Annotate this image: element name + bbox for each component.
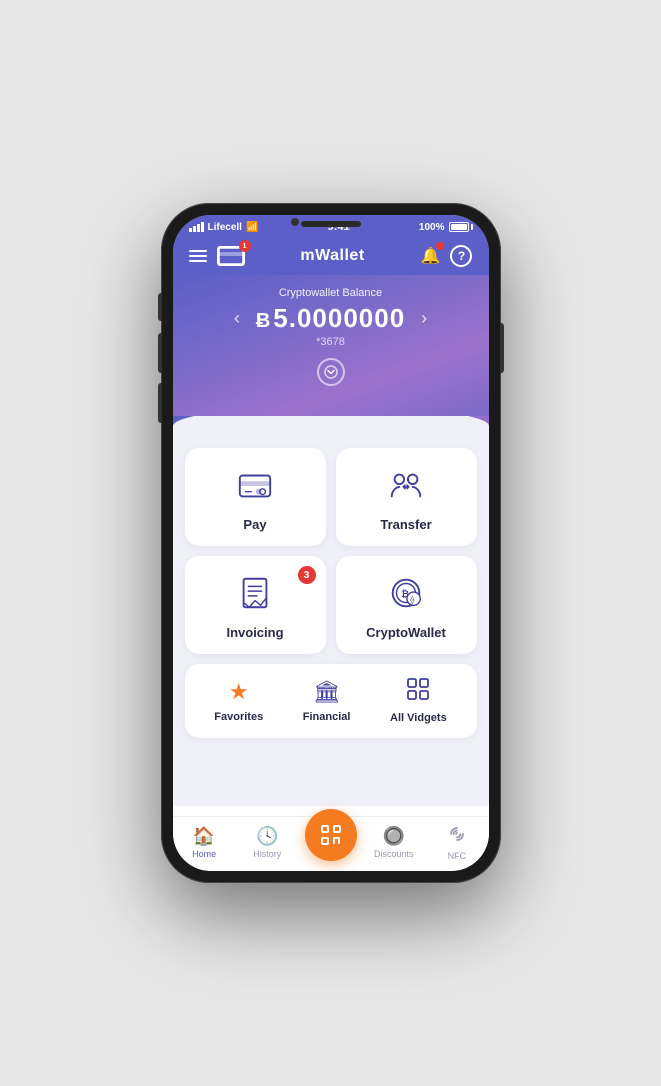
header-right: 🔔 ? <box>421 245 473 267</box>
invoicing-icon <box>236 574 274 617</box>
favorites-widget[interactable]: ★ Favorites <box>214 679 263 723</box>
nav-scan-container <box>299 823 362 861</box>
cryptowallet-label: CryptoWallet <box>366 625 446 640</box>
currency-symbol: Ƀ <box>256 310 271 332</box>
card-button[interactable]: 1 <box>217 246 245 266</box>
next-wallet-button[interactable]: › <box>421 308 427 329</box>
nav-history[interactable]: 🕓 History <box>236 826 299 859</box>
history-label: History <box>253 849 281 859</box>
app-header: 1 mWallet 🔔 ? <box>173 237 489 275</box>
signal-icon <box>189 222 204 232</box>
phone-frame: Lifecell 📶 9:41 100% <box>161 203 501 883</box>
action-grid: Pay Trans <box>185 448 477 654</box>
favorites-label: Favorites <box>214 711 263 723</box>
main-content: Pay Trans <box>173 436 489 806</box>
nav-nfc[interactable]: NFC <box>425 824 488 861</box>
header-left: 1 <box>189 246 245 266</box>
battery-icon <box>449 222 473 232</box>
speaker <box>301 221 361 227</box>
cryptowallet-icon: ₿ ⟠ <box>387 574 425 617</box>
wave-divider <box>173 416 489 436</box>
home-label: Home <box>192 849 216 859</box>
camera <box>291 218 299 226</box>
pay-card[interactable]: Pay <box>185 448 326 546</box>
wifi-icon: 📶 <box>246 222 258 233</box>
nfc-icon <box>447 824 467 849</box>
balance-section: Cryptowallet Balance ‹ Ƀ5.0000000 › *367… <box>173 275 489 416</box>
card-badge: 1 <box>239 240 251 252</box>
financial-widget[interactable]: 🏛 Financial <box>303 679 351 723</box>
status-left: Lifecell 📶 <box>189 222 259 233</box>
nfc-label: NFC <box>448 851 467 861</box>
star-icon: ★ <box>229 679 249 705</box>
carrier-label: Lifecell <box>208 222 242 233</box>
notification-button[interactable]: 🔔 <box>421 246 441 266</box>
help-button[interactable]: ? <box>450 245 472 267</box>
account-number: *3678 <box>193 336 469 348</box>
app-title: mWallet <box>300 247 364 265</box>
history-icon: 🕓 <box>256 826 278 847</box>
volume-up-button <box>158 333 162 373</box>
scan-button[interactable] <box>305 809 357 861</box>
widgets-row: ★ Favorites 🏛 Financial <box>185 664 477 738</box>
home-icon: 🏠 <box>193 826 215 847</box>
balance-display: Ƀ5.0000000 <box>256 303 405 334</box>
status-right: 100% <box>419 222 473 233</box>
discounts-icon: 🔘 <box>383 826 405 847</box>
invoicing-card[interactable]: 3 Invoicing <box>185 556 326 654</box>
balance-amount: Ƀ5.0000000 <box>256 303 405 333</box>
bottom-nav: 🏠 Home 🕓 History <box>173 816 489 871</box>
invoicing-badge: 3 <box>298 566 316 584</box>
transfer-card[interactable]: Transfer <box>336 448 477 546</box>
bank-icon: 🏛 <box>313 679 341 705</box>
balance-nav: ‹ Ƀ5.0000000 › <box>193 303 469 334</box>
discounts-label: Discounts <box>374 849 414 859</box>
invoicing-label: Invoicing <box>226 625 283 640</box>
volume-down-button <box>158 383 162 423</box>
pay-label: Pay <box>243 517 266 532</box>
all-vidgets-label: All Vidgets <box>390 712 447 724</box>
nav-home[interactable]: 🏠 Home <box>173 826 236 859</box>
all-vidgets-widget[interactable]: All Vidgets <box>390 678 447 724</box>
transfer-icon <box>387 466 425 509</box>
nav-discounts[interactable]: 🔘 Discounts <box>362 826 425 859</box>
prev-wallet-button[interactable]: ‹ <box>234 308 240 329</box>
grid-icon <box>407 678 429 706</box>
notification-badge <box>436 242 444 250</box>
balance-label: Cryptowallet Balance <box>193 287 469 299</box>
mute-button <box>158 293 162 321</box>
power-button <box>500 323 504 373</box>
pay-icon <box>236 466 274 509</box>
cryptowallet-card[interactable]: ₿ ⟠ CryptoWallet <box>336 556 477 654</box>
transfer-label: Transfer <box>380 517 431 532</box>
phone-screen: Lifecell 📶 9:41 100% <box>173 215 489 871</box>
menu-button[interactable] <box>189 250 207 262</box>
expand-button[interactable] <box>317 358 345 386</box>
battery-percent: 100% <box>419 222 445 233</box>
financial-label: Financial <box>303 711 351 723</box>
